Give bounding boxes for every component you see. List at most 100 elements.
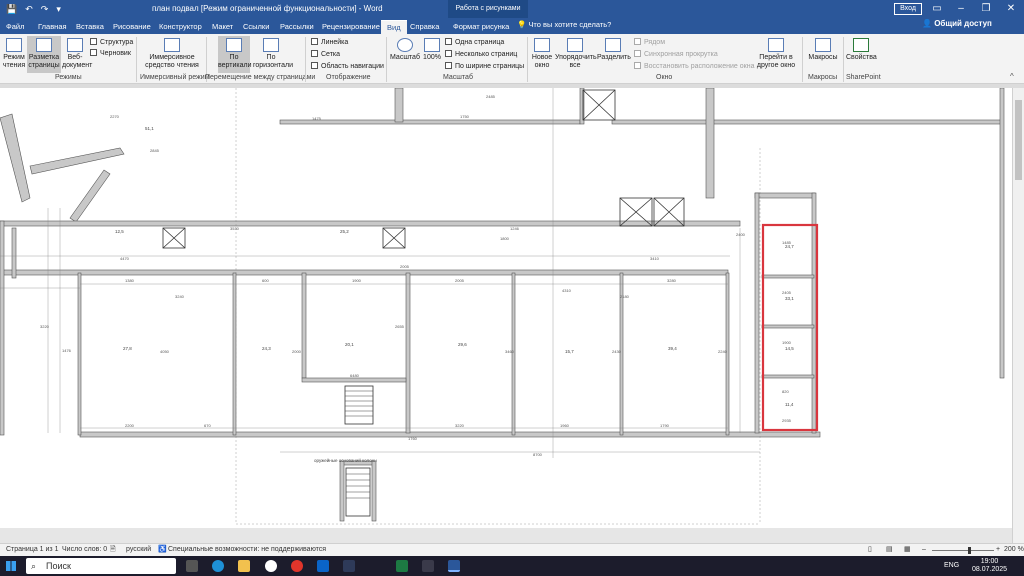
sync-scroll-button[interactable]: Синхронная прокрутка bbox=[634, 50, 718, 59]
print-layout-icon bbox=[36, 38, 52, 52]
clock[interactable]: 19:00 08.07.2025 bbox=[972, 558, 1007, 574]
multiple-pages-button[interactable]: Несколько страниц bbox=[445, 50, 517, 59]
tell-me-label: Что вы хотите сделать? bbox=[528, 20, 612, 29]
print-layout-view-icon[interactable]: ▤ bbox=[886, 544, 893, 556]
gridlines-checkbox[interactable]: Сетка bbox=[311, 50, 340, 59]
side-by-side-button[interactable]: Рядом bbox=[634, 38, 665, 47]
zoom-100-button[interactable]: 100% bbox=[422, 38, 442, 62]
calendar-icon[interactable] bbox=[343, 560, 355, 572]
word-icon[interactable] bbox=[448, 560, 460, 572]
file-manager-icon[interactable] bbox=[422, 560, 434, 572]
nav-pane-checkbox-box[interactable] bbox=[311, 62, 318, 69]
yandex-icon[interactable] bbox=[291, 560, 303, 572]
macros-button[interactable]: Макросы bbox=[806, 38, 840, 62]
vertical-scrollbar[interactable] bbox=[1012, 88, 1024, 543]
split-button[interactable]: Разделить bbox=[597, 38, 631, 62]
task-view-icon[interactable] bbox=[186, 560, 198, 572]
tab-references[interactable]: Ссылки bbox=[243, 20, 269, 34]
taskbar-search-box[interactable]: ⌕ Поиск bbox=[26, 558, 176, 574]
tab-layout[interactable]: Макет bbox=[212, 20, 233, 34]
language-indicator[interactable]: ENG bbox=[944, 562, 959, 569]
floor-plan-image[interactable]: 2485 1475 1750 2845 2270 3530 1246 2005 … bbox=[0, 87, 1012, 528]
dimension-label: 1900 bbox=[352, 278, 362, 283]
tab-review[interactable]: Рецензирование bbox=[322, 20, 380, 34]
outlook-icon[interactable] bbox=[317, 560, 329, 572]
staircase bbox=[344, 385, 374, 425]
maximize-icon[interactable]: ❐ bbox=[975, 0, 997, 18]
tab-design[interactable]: Конструктор bbox=[159, 20, 202, 34]
accessibility-status[interactable]: Специальные возможности: не поддерживают… bbox=[168, 544, 326, 556]
yandex-browser-icon[interactable] bbox=[265, 560, 277, 572]
collapse-ribbon-icon[interactable]: ^ bbox=[1010, 72, 1014, 81]
tab-mailings[interactable]: Рассылки bbox=[280, 20, 314, 34]
new-window-button[interactable]: Новое окно bbox=[531, 38, 553, 70]
immersive-reader-button[interactable]: Иммерсивное средство чтения bbox=[140, 38, 204, 70]
dimension-label: 6480 bbox=[350, 373, 360, 378]
read-mode-view-icon[interactable]: ▯ bbox=[868, 544, 872, 556]
tab-insert[interactable]: Вставка bbox=[76, 20, 104, 34]
lightbulb-icon: 💡 bbox=[517, 20, 529, 29]
room-area-label: 29,6 bbox=[458, 342, 467, 347]
page-count[interactable]: Страница 1 из 1 bbox=[6, 544, 58, 556]
arrange-all-button[interactable]: Упорядочить все bbox=[555, 38, 597, 70]
sharepoint-group-label: SharePoint bbox=[846, 74, 881, 81]
proofing-icon[interactable]: 🗎 bbox=[110, 544, 116, 556]
customize-qat-icon[interactable]: ▾ bbox=[56, 4, 61, 15]
tab-home[interactable]: Главная bbox=[38, 20, 67, 34]
zoom-group-label: Масштаб bbox=[443, 74, 473, 81]
ruler-checkbox-box[interactable] bbox=[311, 38, 318, 45]
close-icon[interactable]: ✕ bbox=[1000, 0, 1022, 18]
nav-pane-checkbox[interactable]: Область навигации bbox=[311, 62, 384, 71]
document-area: 2485 1475 1750 2845 2270 3530 1246 2005 … bbox=[0, 87, 1012, 543]
page-width-button[interactable]: По ширине страницы bbox=[445, 62, 524, 71]
excel-icon[interactable] bbox=[396, 560, 408, 572]
language-indicator[interactable]: русский bbox=[126, 544, 151, 556]
zoom-button[interactable]: Масштаб bbox=[390, 38, 420, 62]
gridlines-checkbox-box[interactable] bbox=[311, 50, 318, 57]
ruler-checkbox[interactable]: Линейка bbox=[311, 38, 348, 47]
vertical-button[interactable]: По вертикали bbox=[218, 36, 252, 73]
save-icon[interactable]: 💾 bbox=[6, 4, 17, 15]
read-mode-icon bbox=[6, 38, 22, 52]
tell-me-search[interactable]: 💡 Что вы хотите сделать? bbox=[517, 20, 611, 29]
dimension-label: 2845 bbox=[150, 148, 160, 153]
tab-view[interactable]: Вид bbox=[381, 20, 407, 34]
word-count[interactable]: Число слов: 0 bbox=[62, 544, 107, 556]
print-layout-button[interactable]: Разметка страницы bbox=[27, 36, 61, 73]
web-layout-icon bbox=[67, 38, 83, 52]
signin-button[interactable]: Вход bbox=[894, 3, 922, 15]
ribbon-display-options-icon[interactable]: ▭ bbox=[926, 0, 948, 18]
zoom-slider-thumb[interactable] bbox=[968, 547, 971, 554]
zoom-slider[interactable] bbox=[932, 550, 994, 551]
one-page-button[interactable]: Одна страница bbox=[445, 38, 504, 47]
web-layout-button[interactable]: Веб-документ bbox=[62, 38, 92, 70]
draft-button[interactable]: Черновик bbox=[90, 49, 131, 58]
outline-button[interactable]: Структура bbox=[90, 38, 133, 47]
switch-windows-button[interactable]: Перейти в другое окно bbox=[753, 38, 799, 70]
edge-icon[interactable] bbox=[212, 560, 224, 572]
scroll-thumb[interactable] bbox=[1015, 100, 1022, 180]
tab-help[interactable]: Справка bbox=[410, 20, 439, 34]
tab-file[interactable]: Файл bbox=[6, 20, 24, 34]
read-mode-button[interactable]: Режим чтения bbox=[2, 38, 26, 70]
room-area-label: 15,7 bbox=[565, 349, 574, 354]
zoom-in-icon[interactable]: + bbox=[996, 544, 1000, 556]
ribbon-tabs: Файл Главная Вставка Рисование Конструкт… bbox=[0, 18, 1024, 34]
tab-draw[interactable]: Рисование bbox=[113, 20, 151, 34]
side-to-side-button[interactable]: По горизонтали bbox=[253, 38, 293, 70]
windows-start-icon[interactable] bbox=[6, 561, 16, 571]
tab-picture-format[interactable]: Формат рисунка bbox=[453, 20, 509, 34]
properties-button[interactable]: Свойства bbox=[846, 38, 877, 62]
picture-tools-label: Работа с рисунками bbox=[448, 0, 528, 18]
dimension-label: 2935 bbox=[782, 418, 792, 423]
redo-icon[interactable]: ↷ bbox=[41, 4, 49, 15]
accessibility-icon[interactable]: ♿ bbox=[158, 544, 167, 556]
zoom-out-icon[interactable]: – bbox=[922, 544, 926, 556]
undo-icon[interactable]: ↶ bbox=[25, 4, 33, 15]
reset-position-button[interactable]: Восстановить расположение окна bbox=[634, 62, 754, 71]
minimize-icon[interactable]: – bbox=[950, 0, 972, 18]
zoom-level[interactable]: 200 % bbox=[1004, 544, 1024, 556]
share-button[interactable]: 👤 Общий доступ bbox=[922, 19, 992, 28]
web-layout-view-icon[interactable]: ▦ bbox=[904, 544, 911, 556]
file-explorer-icon[interactable] bbox=[238, 560, 250, 572]
